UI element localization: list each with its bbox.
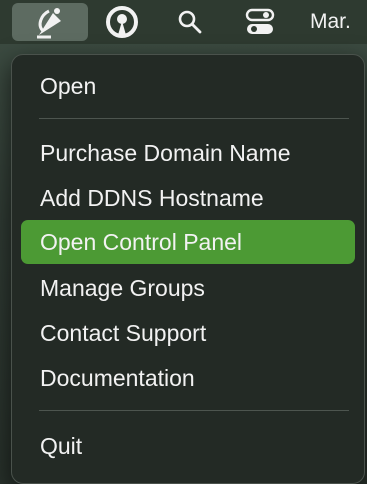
menu-item-quit[interactable]: Quit [21,424,355,468]
menu-bar: Mar. [0,0,367,44]
menu-separator [39,410,349,411]
menu-item-open-control-panel[interactable]: Open Control Panel [21,220,355,264]
ddns-status-item[interactable] [100,3,144,41]
menu-item-open[interactable]: Open [21,64,355,108]
ddns-logo-icon [106,6,138,38]
menubar-clock[interactable]: Mar. [302,3,367,41]
menu-item-documentation[interactable]: Documentation [21,356,355,400]
app-menu-extra[interactable] [12,3,88,41]
satellite-dish-icon [37,8,61,39]
spotlight-search-item[interactable] [170,3,210,41]
search-icon [178,10,202,34]
menu-item-purchase-domain-name[interactable]: Purchase Domain Name [21,131,355,175]
menu-item-manage-groups[interactable]: Manage Groups [21,266,355,310]
menu-separator [39,118,349,119]
menu-item-add-ddns-hostname[interactable]: Add DDNS Hostname [21,176,355,220]
status-item-menu: Open Purchase Domain Name Add DDNS Hostn… [11,54,365,484]
control-center-icon [245,8,275,34]
menu-item-contact-support[interactable]: Contact Support [21,311,355,355]
control-center-item[interactable] [238,3,282,41]
